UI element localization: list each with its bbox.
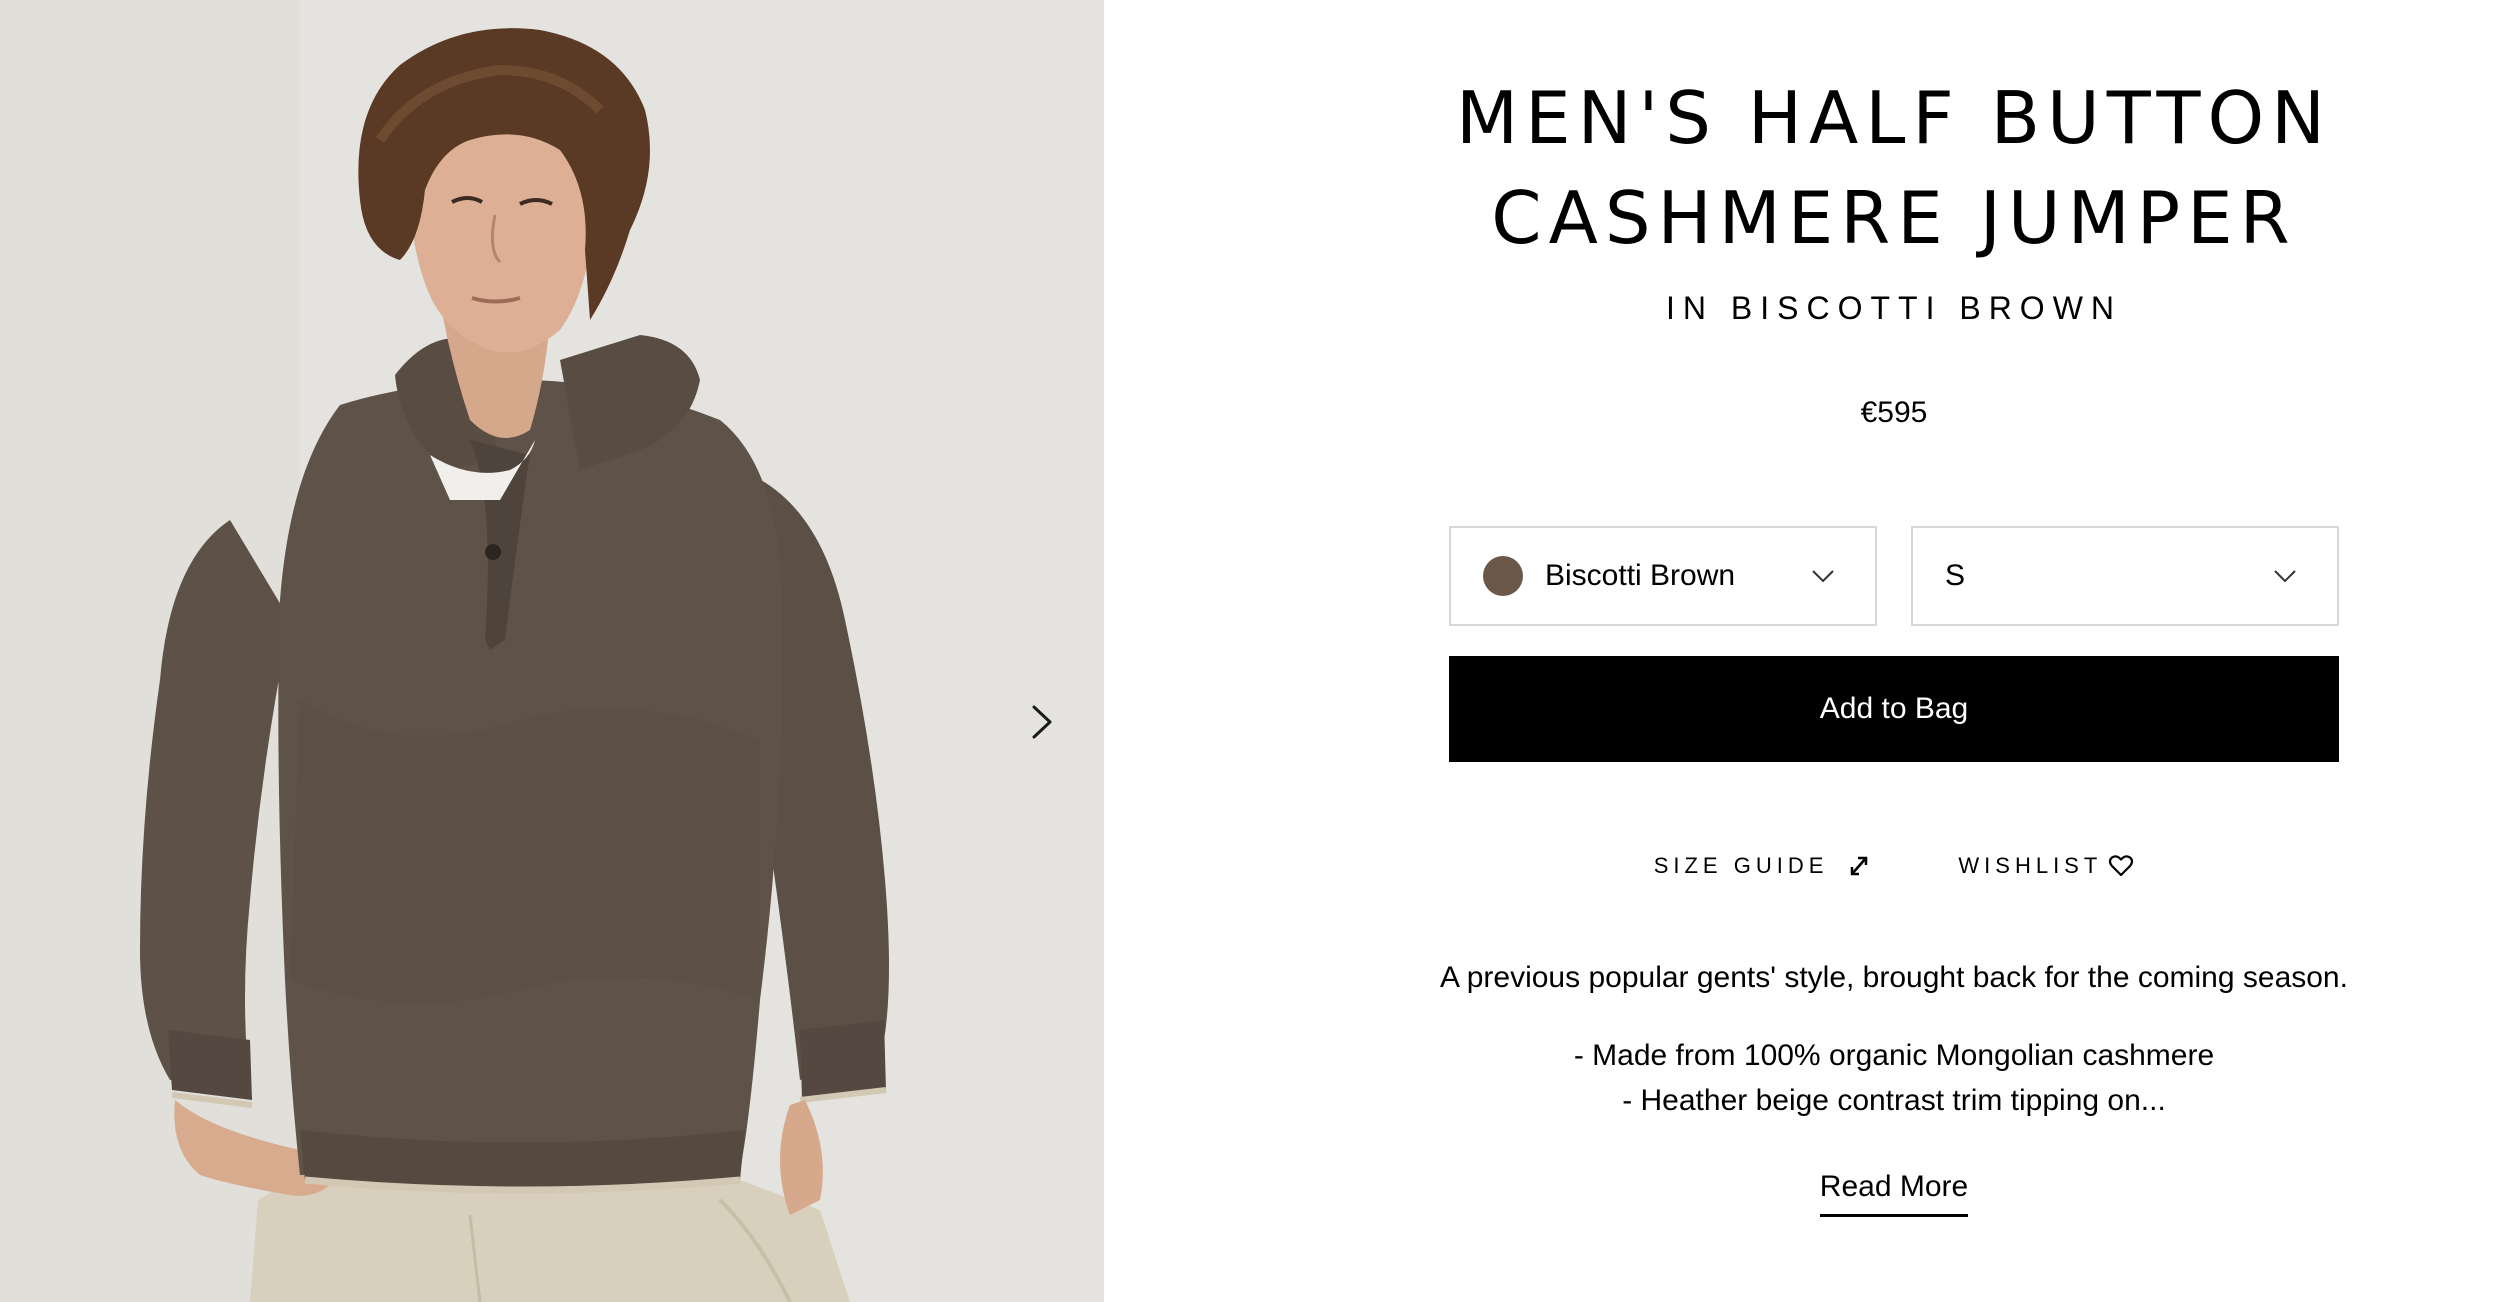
chevron-down-icon <box>2274 570 2296 583</box>
expand-arrow-icon <box>1848 854 1870 878</box>
color-swatch <box>1483 556 1523 596</box>
product-details-panel: MEN'S HALF BUTTON CASHMERE JUMPER IN BIS… <box>1104 0 2504 1302</box>
size-select-value: S <box>1945 559 1966 592</box>
color-select[interactable]: Biscotti Brown <box>1449 526 1877 626</box>
wishlist-link[interactable]: WISHLIST <box>1958 853 2134 879</box>
read-more-link[interactable]: Read More <box>1819 1170 1969 1217</box>
description-bullet: - Heather beige contrast trim tipping on… <box>1622 1084 2166 1117</box>
size-guide-link[interactable]: SIZE GUIDE <box>1654 853 1871 879</box>
next-image-button[interactable] <box>1020 696 1064 748</box>
wishlist-label: WISHLIST <box>1958 853 2103 878</box>
description-intro: A previous popular gents' style, brought… <box>1440 961 2348 994</box>
product-title-line-1: MEN'S HALF BUTTON <box>1456 76 2332 160</box>
chevron-right-icon <box>1032 705 1052 739</box>
secondary-actions: SIZE GUIDE WISHLIST <box>1449 846 2339 886</box>
product-subtitle: IN BISCOTTI BROWN <box>1666 290 2122 326</box>
color-select-value: Biscotti Brown <box>1545 559 1736 592</box>
description-bullet: - Made from 100% organic Mongolian cashm… <box>1573 1039 2215 1072</box>
read-more-container: Read More <box>1449 1170 2339 1217</box>
product-page: MEN'S HALF BUTTON CASHMERE JUMPER IN BIS… <box>0 0 2504 1302</box>
add-to-bag-button[interactable]: Add to Bag <box>1449 656 2339 762</box>
product-title-line-2: CASHMERE JUMPER <box>1491 176 2297 260</box>
size-guide-label: SIZE GUIDE <box>1653 853 1829 878</box>
chevron-down-icon <box>1812 570 1834 583</box>
heart-icon <box>2108 854 2134 878</box>
product-image-gallery[interactable] <box>0 0 1104 1302</box>
size-select[interactable]: S <box>1911 526 2339 626</box>
product-photo <box>0 0 1104 1302</box>
product-title: MEN'S HALF BUTTON CASHMERE JUMPER <box>1389 68 2399 268</box>
product-price: €595 <box>1860 396 1928 429</box>
